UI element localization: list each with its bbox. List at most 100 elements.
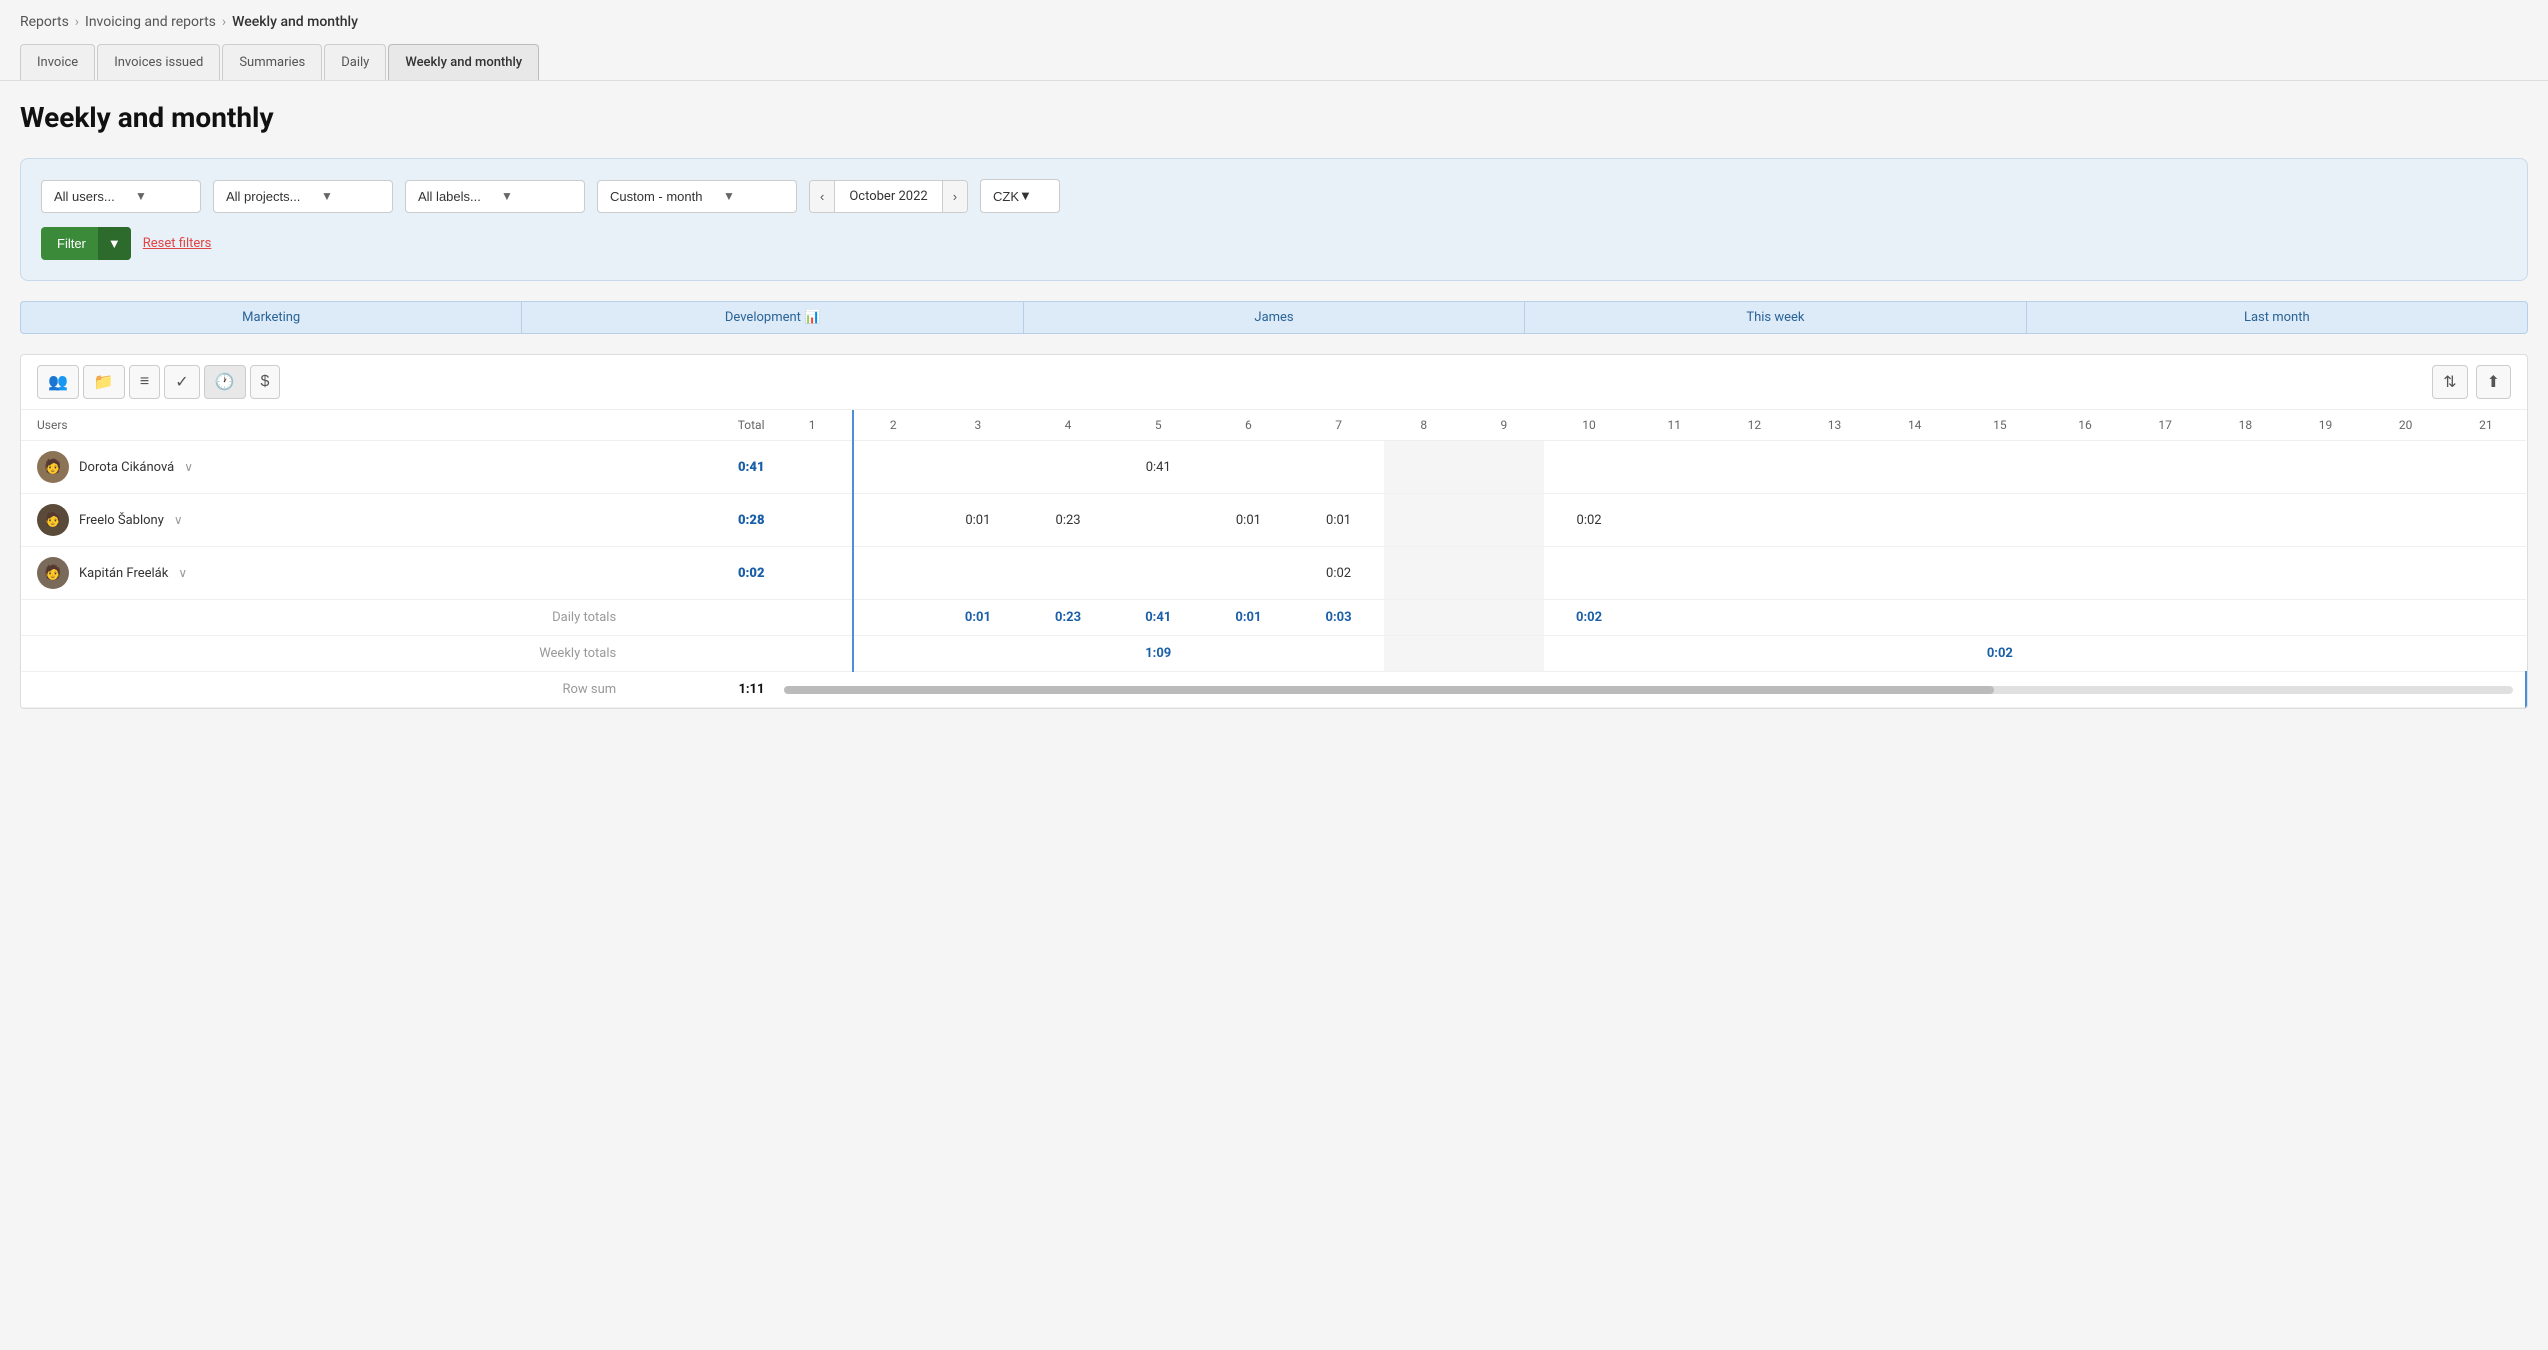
daily-day8 [1384,600,1464,636]
view-time-button[interactable]: 🕐 [204,365,246,399]
weekly-day19 [2285,636,2365,672]
col-header-day-20: 20 [2366,410,2446,441]
expand-dorota[interactable]: ∨ [184,460,193,474]
weekly-day6 [1203,636,1293,672]
day20-dorota [2366,441,2446,494]
day6-freelo: 0:01 [1203,494,1293,547]
export-button[interactable]: ⬆ [2476,365,2511,399]
projects-dropdown-icon: ▼ [321,189,333,203]
page-title: Weekly and monthly [20,101,2528,134]
users-dropdown-icon: ▼ [135,189,147,203]
weekly-day17 [2125,636,2205,672]
weekly-totals-label: Weekly totals [21,636,622,672]
breadcrumb-reports[interactable]: Reports [20,14,69,30]
day19-dorota [2285,441,2365,494]
currency-filter[interactable]: CZK ▼ [980,179,1060,213]
col-header-day-18: 18 [2205,410,2285,441]
avatar-freelo: 🧑 [37,504,69,536]
expand-kapitan[interactable]: ∨ [178,566,187,580]
table-row: 🧑 Kapitán Freelák ∨ 0:02 0:02 [21,547,2526,600]
scrollbar-cell [772,672,2526,708]
expand-freelo[interactable]: ∨ [174,513,183,527]
day7-freelo: 0:01 [1293,494,1383,547]
daily-totals-row: Daily totals 0:01 0:23 0:41 0:01 0:03 0:… [21,600,2526,636]
daily-day13 [1794,600,1874,636]
daily-totals-total [622,600,772,636]
day14-freelo [1875,494,1955,547]
view-projects-button[interactable]: 📁 [83,365,125,399]
labels-filter[interactable]: All labels... ▼ [405,180,585,213]
day9-dorota [1464,441,1544,494]
tab-invoices-issued[interactable]: Invoices issued [97,44,220,80]
col-header-total: Total [622,410,772,441]
reset-filters-link[interactable]: Reset filters [143,236,212,251]
view-list-button[interactable]: ≡ [129,365,160,399]
quick-filter-last-month[interactable]: Last month [2026,301,2528,334]
tab-daily[interactable]: Daily [324,44,386,80]
day13-dorota [1794,441,1874,494]
weekly-day3 [933,636,1023,672]
filter-button[interactable]: Filter ▼ [41,227,131,260]
day10-freelo: 0:02 [1544,494,1634,547]
day20-freelo [2366,494,2446,547]
day2-freelo [853,494,933,547]
day7-kapitan: 0:02 [1293,547,1383,600]
day10-kapitan [1544,547,1634,600]
col-header-day-21: 21 [2446,410,2526,441]
view-users-button[interactable]: 👥 [37,365,79,399]
view-check-button[interactable]: ✓ [164,365,199,399]
tab-invoice[interactable]: Invoice [20,44,95,80]
date-next-button[interactable]: › [943,181,967,212]
col-header-day-3: 3 [933,410,1023,441]
quick-filter-marketing[interactable]: Marketing [20,301,521,334]
users-select-input[interactable]: All users... [54,189,135,204]
daily-day3: 0:01 [933,600,1023,636]
weekly-day9 [1464,636,1544,672]
view-cost-button[interactable]: $ [250,365,281,399]
weekly-day1 [772,636,852,672]
col-header-day-12: 12 [1714,410,1794,441]
day21-freelo [2446,494,2526,547]
filter-button-label: Filter [57,236,86,251]
daily-day1 [772,600,852,636]
quick-filter-this-week[interactable]: This week [1524,301,2025,334]
currency-select-input[interactable]: CZK [993,189,1019,204]
day10-dorota [1544,441,1634,494]
weekly-day18 [2205,636,2285,672]
col-header-day-6: 6 [1203,410,1293,441]
weekly-day14 [1875,636,1955,672]
daily-day5: 0:41 [1113,600,1203,636]
day17-dorota [2125,441,2205,494]
labels-select-input[interactable]: All labels... [418,189,501,204]
col-header-day-1: 1 [772,410,852,441]
day20-kapitan [2366,547,2446,600]
day5-freelo [1113,494,1203,547]
day8-freelo [1384,494,1464,547]
projects-filter[interactable]: All projects... ▼ [213,180,393,213]
day9-kapitan [1464,547,1544,600]
col-header-day-7: 7 [1293,410,1383,441]
col-header-day-17: 17 [2125,410,2205,441]
period-select-input[interactable]: Custom - month [610,189,723,204]
scrollbar[interactable] [784,686,2513,694]
quick-filter-james[interactable]: James [1023,301,1524,334]
day1-dorota [772,441,852,494]
breadcrumb-invoicing[interactable]: Invoicing and reports [85,14,216,30]
row-sum-row: Row sum 1:11 [21,672,2526,708]
currency-dropdown-icon: ▼ [1019,188,1032,204]
filter-dropdown-arrow[interactable]: ▼ [98,227,131,260]
row-sum-value: 1:11 [622,672,772,708]
tab-weekly-monthly[interactable]: Weekly and monthly [388,44,539,80]
projects-select-input[interactable]: All projects... [226,189,321,204]
period-filter[interactable]: Custom - month ▼ [597,180,797,213]
tab-summaries[interactable]: Summaries [222,44,322,80]
table-section: 👥 📁 ≡ ✓ 🕐 $ ⇅ ⬆ Users Total [20,354,2528,709]
quick-filter-development[interactable]: Development 📊 [521,301,1022,334]
sort-button[interactable]: ⇅ [2432,365,2467,399]
users-filter[interactable]: All users... ▼ [41,180,201,213]
day16-kapitan [2045,547,2125,600]
date-prev-button[interactable]: ‹ [810,181,834,212]
day21-dorota [2446,441,2526,494]
period-dropdown-icon: ▼ [723,189,735,203]
day17-kapitan [2125,547,2205,600]
